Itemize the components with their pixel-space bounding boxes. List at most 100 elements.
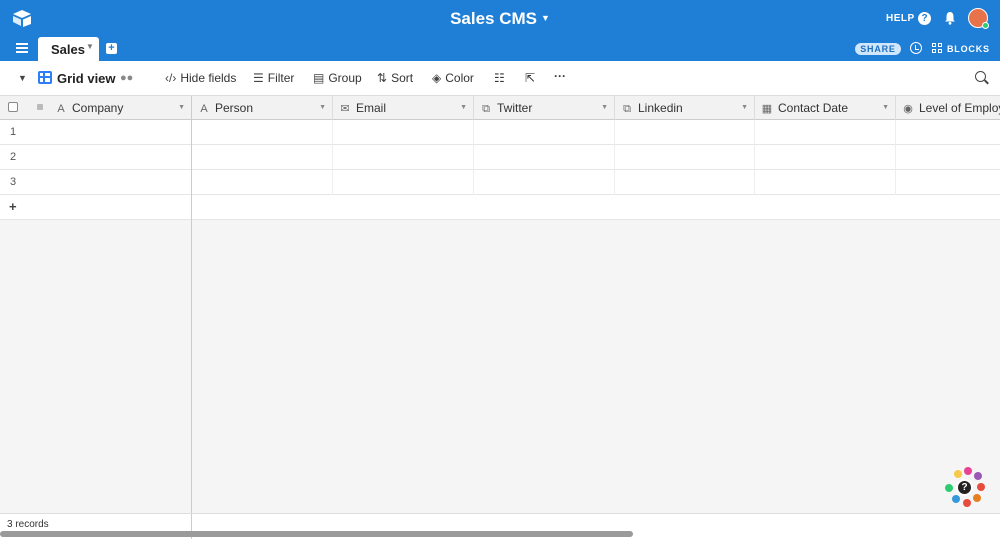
filter-button[interactable]: ☰ Filter: [253, 71, 294, 85]
column-header-email[interactable]: ✉ Email ▼: [333, 96, 474, 120]
table-cell[interactable]: [192, 170, 333, 195]
chevron-down-icon[interactable]: ▼: [741, 104, 748, 111]
row-number: 3: [10, 176, 17, 188]
link-field-icon: ⧉: [623, 103, 631, 115]
add-row-button[interactable]: +: [0, 195, 191, 220]
row-number: 1: [10, 126, 17, 138]
group-button[interactable]: ▤ Group: [313, 71, 362, 85]
table-row[interactable]: 3: [0, 170, 191, 195]
share-button[interactable]: SHARE: [855, 43, 901, 55]
help-widget[interactable]: ?: [944, 467, 986, 509]
table-cell[interactable]: [896, 120, 1000, 145]
row-number: 2: [10, 151, 17, 163]
airtable-logo-icon[interactable]: [12, 9, 32, 27]
blocks-button[interactable]: BLOCKS: [947, 44, 990, 54]
filter-label: Filter: [267, 71, 295, 85]
table-row[interactable]: 2: [0, 145, 191, 170]
column-header-level-of-employment[interactable]: ◉ Level of Employme: [896, 96, 1000, 120]
table-cell[interactable]: [755, 120, 896, 145]
color-label: Color: [445, 71, 474, 85]
help-widget-dot: [945, 484, 953, 492]
scroll-pane: A Person ▼ ✉ Email ▼ ⧉ Twitter ▼ ⧉ Linkedin ▼ ▦ C…: [192, 96, 1000, 513]
base-title[interactable]: Sales CMS ▼: [450, 9, 550, 28]
text-field-icon: A: [57, 103, 65, 115]
color-button[interactable]: ◈ Color: [432, 71, 474, 85]
help-widget-dot: [952, 495, 960, 503]
table-row[interactable]: [192, 170, 1000, 195]
row-height-icon[interactable]: ☷: [494, 71, 505, 85]
table-cell[interactable]: [192, 120, 333, 145]
table-cell[interactable]: [615, 170, 755, 195]
select-all-checkbox[interactable]: [8, 102, 18, 112]
calendar-field-icon: ▦: [761, 103, 773, 115]
table-cell[interactable]: [615, 145, 755, 170]
table-cell[interactable]: [192, 145, 333, 170]
more-options-icon[interactable]: ···: [554, 69, 566, 83]
hide-fields-button[interactable]: ‹/› Hide fields: [165, 71, 236, 85]
header-row: A Person ▼ ✉ Email ▼ ⧉ Twitter ▼ ⧉ Linkedin ▼ ▦ C…: [192, 96, 1000, 120]
column-label: Linkedin: [638, 101, 683, 115]
chevron-down-icon[interactable]: ▼: [460, 104, 467, 111]
table-cell[interactable]: [896, 145, 1000, 170]
app-header: Sales CMS ▼ HELP ? Sales ▼ + SHARE BLOCKS: [0, 0, 1000, 61]
view-name[interactable]: Grid view: [57, 71, 116, 86]
filter-icon: ☰: [253, 71, 264, 85]
search-icon[interactable]: [975, 71, 986, 82]
column-header-linkedin[interactable]: ⧉ Linkedin ▼: [615, 96, 755, 120]
chevron-down-icon[interactable]: ▼: [319, 104, 326, 111]
table-cell[interactable]: [474, 120, 615, 145]
hamburger-menu-icon[interactable]: [16, 43, 28, 53]
table-cell[interactable]: [333, 120, 474, 145]
frozen-pane: A Company ▼ 1 2 3 +: [0, 96, 192, 513]
history-icon[interactable]: [910, 42, 922, 54]
table-cell[interactable]: [615, 120, 755, 145]
help-widget-dot: [973, 494, 981, 502]
column-header-twitter[interactable]: ⧉ Twitter ▼: [474, 96, 615, 120]
base-title-wrap: Sales CMS ▼: [0, 9, 1000, 29]
add-row-area[interactable]: [192, 195, 1000, 220]
chevron-down-icon[interactable]: ▼: [601, 104, 608, 111]
table-cell[interactable]: [474, 145, 615, 170]
table-row[interactable]: [192, 120, 1000, 145]
grid: A Company ▼ 1 2 3 + A Person ▼ ✉ Email ▼ ⧉ Twi…: [0, 96, 1000, 513]
chevron-down-icon[interactable]: ▼: [86, 42, 94, 51]
sort-icon: ⇅: [377, 71, 388, 85]
column-header-company[interactable]: A Company ▼: [54, 96, 191, 120]
table-cell[interactable]: [896, 170, 1000, 195]
text-field-icon: A: [200, 103, 208, 115]
table-cell[interactable]: [333, 170, 474, 195]
table-cell[interactable]: [474, 170, 615, 195]
chevron-down-icon[interactable]: ▼: [882, 104, 889, 111]
header-row: A Company ▼: [0, 96, 191, 120]
hide-fields-label: Hide fields: [180, 71, 237, 85]
group-icon: ▤: [313, 71, 325, 85]
online-status-dot: [982, 22, 989, 29]
view-switcher-chevron-icon[interactable]: ▼: [18, 73, 27, 83]
sort-button[interactable]: ⇅ Sort: [377, 71, 413, 85]
email-field-icon: ✉: [340, 103, 350, 115]
view-toolbar: ▼ ‹/› Hide fields ☰ Filter ▤ Group ⇅ Sort ◈ C…: [0, 61, 1000, 96]
collaborators-icon[interactable]: ●●: [120, 72, 133, 84]
table-cell[interactable]: [755, 145, 896, 170]
blocks-icon[interactable]: [932, 43, 943, 54]
tab-sales[interactable]: Sales ▼: [38, 37, 99, 61]
help-link[interactable]: HELP: [886, 13, 915, 24]
help-widget-dot: [977, 483, 985, 491]
add-table-icon[interactable]: +: [106, 43, 117, 54]
help-widget-dot: [954, 470, 962, 478]
table-row[interactable]: 1: [0, 120, 191, 145]
table-cell[interactable]: [755, 170, 896, 195]
bell-icon[interactable]: [943, 11, 957, 25]
table-row[interactable]: [192, 145, 1000, 170]
base-title-text: Sales CMS: [450, 9, 537, 28]
column-header-person[interactable]: A Person ▼: [192, 96, 333, 120]
grid-view-icon: [38, 71, 52, 84]
horizontal-scrollbar[interactable]: [0, 531, 633, 537]
share-view-icon[interactable]: ⇱: [525, 71, 535, 85]
chevron-down-icon[interactable]: ▼: [178, 104, 185, 111]
link-field-icon: ⧉: [482, 103, 490, 115]
column-header-contact-date[interactable]: ▦ Contact Date ▼: [755, 96, 896, 120]
help-question-icon[interactable]: ?: [918, 12, 931, 25]
help-question-icon[interactable]: ?: [956, 479, 973, 496]
table-cell[interactable]: [333, 145, 474, 170]
